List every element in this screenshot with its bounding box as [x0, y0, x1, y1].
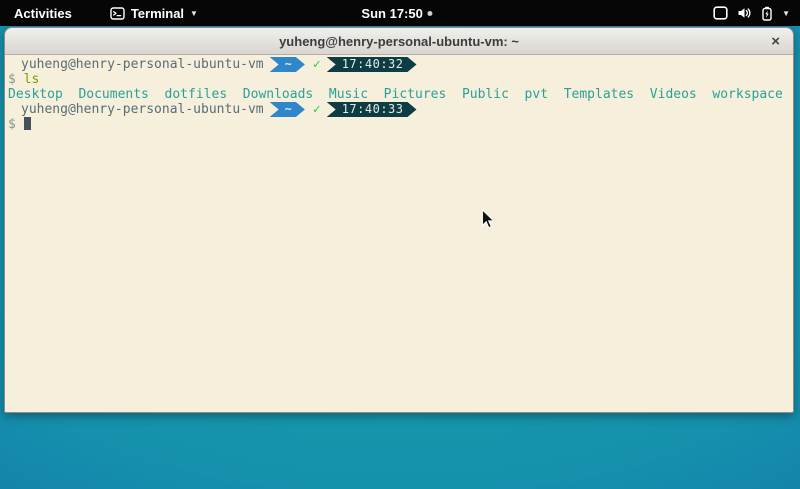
window-title: yuheng@henry-personal-ubuntu-vm: ~: [279, 34, 519, 49]
clock-label: Sun 17:50: [361, 6, 422, 21]
prompt-time-badge: 17:40:33: [327, 102, 417, 117]
mouse-cursor-icon: [481, 209, 495, 234]
battery-charging-icon: [761, 6, 773, 21]
terminal-cursor: [24, 117, 31, 130]
status-check-icon: ✓: [313, 57, 321, 72]
prompt-line: yuheng@henry-personal-ubuntu-vm ~ ✓ 17:4…: [8, 102, 793, 117]
prompt-host: yuheng@henry-personal-ubuntu-vm: [21, 57, 264, 72]
screen-icon: [713, 6, 728, 20]
ls-output: Desktop Documents dotfiles Downloads Mus…: [8, 87, 793, 102]
window-titlebar[interactable]: yuheng@henry-personal-ubuntu-vm: ~ ×: [5, 28, 793, 55]
terminal-app-icon: [110, 7, 125, 20]
chevron-down-icon: ▼: [190, 10, 198, 18]
prompt-line: yuheng@henry-personal-ubuntu-vm ~ ✓ 17:4…: [8, 57, 793, 72]
app-menu-terminal[interactable]: Terminal ▼: [110, 6, 198, 21]
clock-button[interactable]: Sun 17:50: [361, 0, 432, 26]
current-command-line: $: [8, 117, 793, 132]
notification-dot-icon: [428, 11, 433, 16]
prompt-symbol: $: [8, 117, 16, 132]
typed-command: ls: [24, 72, 40, 87]
system-status-menu[interactable]: ▼: [713, 6, 790, 21]
gnome-top-bar: Activities Terminal ▼ Sun 17:50: [0, 0, 800, 26]
prompt-cwd-badge: ~: [270, 57, 305, 72]
close-icon[interactable]: ×: [771, 28, 780, 54]
prompt-host: yuheng@henry-personal-ubuntu-vm: [21, 102, 264, 117]
command-line: $ ls: [8, 72, 793, 87]
activities-button[interactable]: Activities: [10, 4, 76, 23]
volume-icon: [737, 6, 752, 20]
terminal-window: yuheng@henry-personal-ubuntu-vm: ~ × yuh…: [4, 27, 794, 413]
status-check-icon: ✓: [313, 102, 321, 117]
terminal-content[interactable]: yuheng@henry-personal-ubuntu-vm ~ ✓ 17:4…: [5, 55, 793, 412]
chevron-down-icon: ▼: [782, 10, 790, 18]
prompt-time-badge: 17:40:32: [327, 57, 417, 72]
app-menu-label: Terminal: [131, 6, 184, 21]
prompt-cwd-badge: ~: [270, 102, 305, 117]
prompt-symbol: $: [8, 72, 16, 87]
